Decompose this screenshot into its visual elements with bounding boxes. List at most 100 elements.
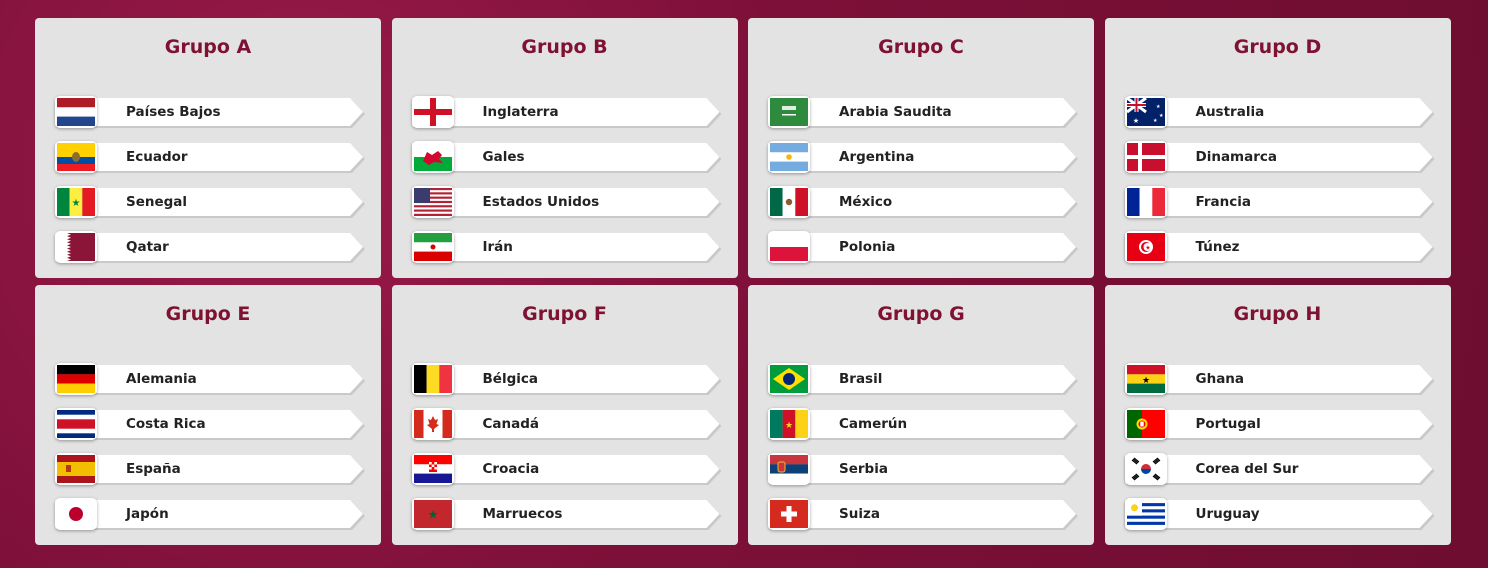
team-name: Suiza <box>839 506 880 522</box>
group-title: Grupo E <box>165 303 251 325</box>
team-row[interactable]: Portugal <box>1124 408 1435 440</box>
team-row[interactable]: Gales <box>411 141 722 173</box>
tunisia-flag-icon: ★ <box>1124 231 1167 263</box>
team-row[interactable]: Suiza <box>768 498 1078 530</box>
croatia-flag-icon <box>411 453 454 485</box>
team-name: Polonia <box>839 239 896 255</box>
team-row[interactable]: ★ Ghana <box>1124 363 1435 395</box>
poland-flag-icon <box>768 231 810 263</box>
group-title: Grupo A <box>164 36 252 58</box>
cameroon-flag-icon: ★ <box>768 408 810 440</box>
svg-text:★: ★ <box>1141 376 1149 386</box>
japan-flag-icon <box>55 498 97 530</box>
team-name: Argentina <box>839 149 915 165</box>
team-row[interactable]: ★ Túnez <box>1124 231 1435 263</box>
team-row[interactable]: Serbia <box>768 453 1078 485</box>
team-row[interactable]: Francia <box>1124 186 1435 218</box>
serbia-flag-icon <box>768 453 810 485</box>
australia-flag-icon: ★ ★ ★ ★ <box>1124 96 1167 128</box>
team-row[interactable]: Alemania <box>55 363 365 395</box>
team-name: Arabia Saudita <box>839 104 952 120</box>
team-name: Gales <box>482 149 525 165</box>
team-row[interactable]: ★ Marruecos <box>411 498 722 530</box>
team-name: Países Bajos <box>126 104 221 120</box>
team-name: Serbia <box>839 461 888 477</box>
team-row[interactable]: Países Bajos <box>55 96 365 128</box>
team-row[interactable]: Croacia <box>411 453 722 485</box>
usa-flag-icon <box>411 186 454 218</box>
france-flag-icon <box>1124 186 1167 218</box>
team-name: Alemania <box>126 371 197 387</box>
svg-text:★: ★ <box>1156 104 1161 110</box>
ecuador-flag-icon <box>55 141 97 173</box>
group-card-a: Grupo A Países Bajos Ecuador ★ Senegal Qa… <box>35 18 381 278</box>
team-name: Camerún <box>839 416 908 432</box>
team-row[interactable]: Estados Unidos <box>411 186 722 218</box>
netherlands-flag-icon <box>55 96 97 128</box>
team-row[interactable]: Argentina <box>768 141 1078 173</box>
group-card-b: Grupo B Inglaterra Gales Estados Unidos … <box>391 18 738 278</box>
team-row[interactable]: Dinamarca <box>1124 141 1435 173</box>
team-name: Ghana <box>1195 371 1245 387</box>
team-name: Canadá <box>482 416 540 432</box>
england-flag-icon <box>411 96 454 128</box>
group-card-f: Grupo F Bélgica Canadá Croacia ★ Marrueco… <box>391 285 738 545</box>
team-name: Qatar <box>126 239 169 255</box>
svg-text:★: ★ <box>785 421 793 431</box>
group-title: Grupo H <box>1233 303 1322 325</box>
qatar-flag-icon <box>55 231 97 263</box>
argentina-flag-icon <box>768 141 810 173</box>
team-row[interactable]: Arabia Saudita <box>768 96 1078 128</box>
senegal-flag-icon: ★ <box>55 186 97 218</box>
morocco-flag-icon: ★ <box>411 498 454 530</box>
team-row[interactable]: Polonia <box>768 231 1078 263</box>
denmark-flag-icon <box>1124 141 1167 173</box>
team-name: Túnez <box>1195 239 1240 255</box>
team-row[interactable]: ★ ★ ★ ★ Australia <box>1124 96 1435 128</box>
team-row[interactable]: ★ Camerún <box>768 408 1078 440</box>
team-name: Estados Unidos <box>482 194 600 210</box>
spain-flag-icon <box>55 453 97 485</box>
saudi-arabia-flag-icon <box>768 96 810 128</box>
brazil-flag-icon <box>768 363 810 395</box>
team-name: Bélgica <box>482 371 538 387</box>
ghana-flag-icon: ★ <box>1124 363 1167 395</box>
team-row[interactable]: Corea del Sur <box>1124 453 1435 485</box>
team-name: Dinamarca <box>1195 149 1278 165</box>
svg-text:★: ★ <box>1153 118 1158 124</box>
team-name: Marruecos <box>482 506 563 522</box>
switzerland-flag-icon <box>768 498 810 530</box>
svg-text:★: ★ <box>1132 117 1138 125</box>
team-name: Senegal <box>126 194 188 210</box>
team-row[interactable]: ★ Senegal <box>55 186 365 218</box>
team-row[interactable]: Bélgica <box>411 363 722 395</box>
team-row[interactable]: Irán <box>411 231 722 263</box>
team-name: México <box>839 194 893 210</box>
team-row[interactable]: Costa Rica <box>55 408 365 440</box>
group-title: Grupo C <box>878 36 964 58</box>
team-name: Brasil <box>839 371 883 387</box>
team-row[interactable]: España <box>55 453 365 485</box>
svg-text:★: ★ <box>72 198 81 209</box>
group-card-g: Grupo G Brasil ★ Camerún Serbia Suiza <box>748 285 1094 545</box>
team-row[interactable]: Inglaterra <box>411 96 722 128</box>
south-korea-flag-icon <box>1124 453 1167 485</box>
svg-text:★: ★ <box>1145 245 1150 252</box>
iran-flag-icon <box>411 231 454 263</box>
group-card-d: Grupo D ★ ★ ★ ★ Australia Dinamarca Francia … <box>1104 18 1451 278</box>
team-row[interactable]: Uruguay <box>1124 498 1435 530</box>
canada-flag-icon <box>411 408 454 440</box>
group-card-h: Grupo H ★ Ghana Portugal Corea del Sur Ur… <box>1104 285 1451 545</box>
svg-text:★: ★ <box>427 508 438 522</box>
team-row[interactable]: Brasil <box>768 363 1078 395</box>
team-row[interactable]: Ecuador <box>55 141 365 173</box>
team-name: España <box>126 461 181 477</box>
group-title: Grupo F <box>522 303 607 325</box>
group-card-e: Grupo E Alemania Costa Rica España Japón <box>35 285 381 545</box>
team-row[interactable]: México <box>768 186 1078 218</box>
costa-rica-flag-icon <box>55 408 97 440</box>
team-row[interactable]: Japón <box>55 498 365 530</box>
team-row[interactable]: Qatar <box>55 231 365 263</box>
team-row[interactable]: Canadá <box>411 408 722 440</box>
group-title: Grupo G <box>877 303 965 325</box>
